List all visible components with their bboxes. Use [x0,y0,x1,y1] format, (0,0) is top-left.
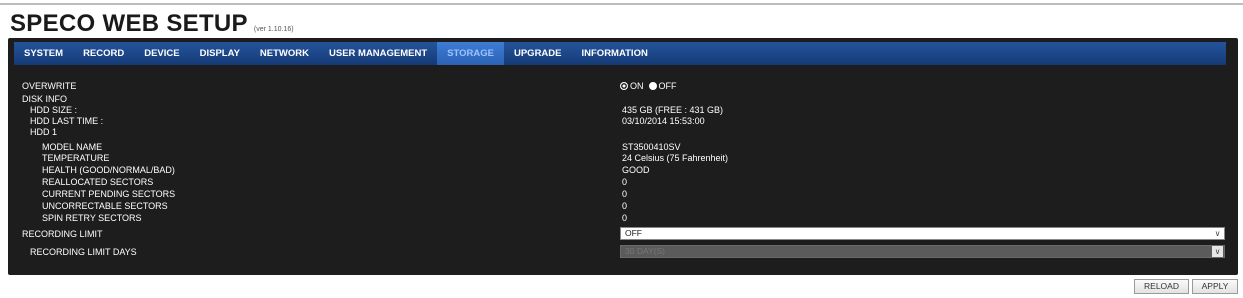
hdd-last-time-value: 03/10/2014 15:53:00 [622,116,705,126]
tab-storage[interactable]: STORAGE [437,42,504,65]
overwrite-on-label: ON [630,81,644,91]
tab-user-management[interactable]: USER MANAGEMENT [319,42,437,65]
reallocated-sectors-label: REALLOCATED SECTORS [42,177,154,187]
overwrite-on-radio[interactable] [620,82,628,90]
apply-button[interactable]: APPLY [1192,279,1238,294]
tab-information[interactable]: INFORMATION [572,42,658,65]
chevron-down-icon: ∨ [1214,229,1221,238]
reload-button[interactable]: RELOAD [1134,279,1189,294]
chevron-down-icon: ∨ [1212,246,1223,257]
tab-upgrade[interactable]: UPGRADE [504,42,572,65]
recording-limit-days-select[interactable]: 30 DAY(S) ∨ [620,245,1225,258]
recording-limit-label: RECORDING LIMIT [22,229,103,239]
disk-info-heading: DISK INFO [22,94,68,104]
recording-limit-days-label: RECORDING LIMIT DAYS [30,247,137,257]
top-divider [0,3,1243,5]
temperature-value: 24 Celsius (75 Fahrenheit) [622,153,729,163]
recording-limit-select[interactable]: OFF ∨ [620,227,1225,240]
health-label: HEALTH (GOOD/NORMAL/BAD) [42,165,175,175]
tab-display[interactable]: DISPLAY [190,42,250,65]
hdd1-heading: HDD 1 [30,127,58,137]
reallocated-sectors-value: 0 [622,177,628,187]
app-version: (ver 1.10.16) [253,26,294,33]
temperature-label: TEMPERATURE [42,153,110,163]
uncorrectable-sectors-value: 0 [622,201,628,211]
current-pending-sectors-value: 0 [622,189,628,199]
spin-retry-sectors-value: 0 [622,213,628,223]
recording-limit-value: OFF [625,228,642,238]
overwrite-off-radio[interactable] [648,82,657,90]
health-value: GOOD [622,165,650,175]
overwrite-radio-group: ON OFF [620,81,682,91]
page-header: SPECO WEB SETUP (ver 1.10.16) [10,10,294,37]
overwrite-off-label: OFF [658,81,677,91]
tab-record[interactable]: RECORD [73,42,134,65]
recording-limit-days-value: 30 DAY(S) [625,246,665,256]
tab-network[interactable]: NETWORK [250,42,319,65]
hdd-last-time-label: HDD LAST TIME : [30,116,104,126]
hdd-size-label: HDD SIZE : [30,105,78,115]
spin-retry-sectors-label: SPIN RETRY SECTORS [42,213,142,223]
tab-system[interactable]: SYSTEM [14,42,73,65]
hdd-size-value: 435 GB (FREE : 431 GB) [622,105,724,115]
app-title: SPECO WEB SETUP [10,10,248,37]
model-name-label: MODEL NAME [42,142,103,152]
overwrite-label: OVERWRITE [22,81,77,91]
tab-bar: SYSTEM RECORD DEVICE DISPLAY NETWORK USE… [14,42,1226,65]
tab-device[interactable]: DEVICE [134,42,189,65]
uncorrectable-sectors-label: UNCORRECTABLE SECTORS [42,201,168,211]
settings-panel: SYSTEM RECORD DEVICE DISPLAY NETWORK USE… [8,38,1238,275]
model-name-value: ST3500410SV [622,142,681,152]
current-pending-sectors-label: CURRENT PENDING SECTORS [42,189,176,199]
